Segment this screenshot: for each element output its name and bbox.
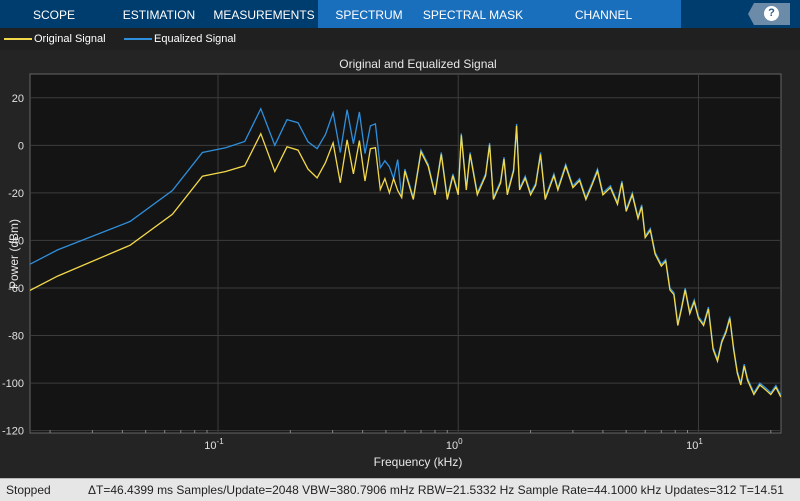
x-tick-label: 100	[446, 437, 463, 452]
x-tick-label: 101	[686, 437, 703, 452]
spectrum-chart[interactable]: Original and Equalized Signal 200-20-40-…	[0, 50, 800, 478]
chart-title: Original and Equalized Signal	[339, 57, 496, 71]
axes-background	[29, 73, 782, 434]
y-axis-label: Power (dBm)	[7, 219, 21, 289]
help-icon: ?	[764, 6, 779, 21]
tab-measurements[interactable]: MEASUREMENTS	[210, 0, 318, 28]
legend-item-original[interactable]: Original Signal	[4, 33, 106, 45]
y-tick-label: -20	[8, 188, 24, 200]
y-tick-label: 0	[18, 140, 24, 152]
x-tick-label: 10-1	[204, 437, 224, 452]
tab-spectral-mask[interactable]: SPECTRAL MASK	[420, 0, 526, 28]
y-tick-label: 20	[12, 93, 24, 105]
legend-label: Original Signal	[34, 33, 106, 45]
toolstrip-tabs: SCOPE ESTIMATION MEASUREMENTS SPECTRUM S…	[0, 0, 800, 52]
tab-scope[interactable]: SCOPE	[0, 0, 108, 28]
legend-label: Equalized Signal	[154, 33, 236, 45]
status-measurements: ΔT=46.4399 ms Samples/Update=2048 VBW=38…	[88, 483, 784, 497]
y-tick-label: -100	[2, 378, 24, 390]
legend: Original Signal Equalized Signal	[0, 28, 800, 50]
legend-item-equalized[interactable]: Equalized Signal	[124, 33, 236, 45]
legend-line-swatch	[124, 38, 152, 40]
status-state: Stopped	[6, 483, 51, 497]
tab-estimation[interactable]: ESTIMATION	[108, 0, 210, 28]
y-tick-label: -120	[2, 426, 24, 438]
plot-area: Original and Equalized Signal 20 0 -20 -40-…	[0, 50, 800, 478]
tab-spectrum[interactable]: SPECTRUM	[318, 0, 420, 28]
status-bar: Stopped ΔT=46.4399 ms Samples/Update=204…	[0, 478, 800, 501]
y-tick-label: -80	[8, 331, 24, 343]
tab-channel-measurements[interactable]: CHANNEL MEASUREMENTS	[526, 0, 681, 52]
legend-line-swatch	[4, 38, 32, 40]
help-button[interactable]: ?	[748, 3, 790, 25]
x-axis-label: Frequency (kHz)	[374, 455, 463, 469]
